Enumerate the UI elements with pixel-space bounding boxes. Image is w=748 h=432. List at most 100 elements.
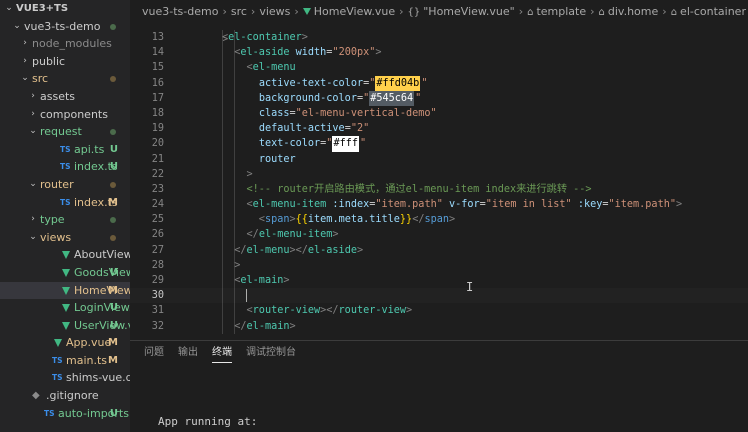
code-token: el-main [246, 320, 290, 332]
breadcrumb-file[interactable]: HomeView.vue [314, 5, 395, 18]
folder-item[interactable]: ⌄ vue3-ts-demo [0, 18, 130, 36]
file-item[interactable]: UserView.vueU [0, 317, 130, 335]
chevron-right-icon[interactable]: › [20, 53, 30, 71]
code-token: el-menu [252, 62, 296, 74]
chevron-down-icon[interactable]: ⌄ [28, 123, 38, 141]
file-item[interactable]: ◆ .gitignore [0, 387, 130, 405]
explorer-root[interactable]: ⌄ VUE3+TS [0, 0, 130, 18]
typescript-file-icon: TS [44, 408, 55, 418]
line-number: 15 [151, 62, 164, 74]
code-line-text: active-text-color="#ffd04b " [222, 75, 427, 91]
breadcrumb-scope[interactable]: "HomeView.vue" [423, 5, 514, 18]
code-token: </ [222, 244, 247, 256]
chevron-down-icon[interactable]: ⌄ [4, 0, 14, 18]
typescript-file-icon: TS [60, 197, 71, 207]
code-line[interactable]: 28 > [130, 258, 748, 273]
code-line-text: </el-menu></el-aside> [222, 243, 363, 258]
line-number: 31 [151, 305, 164, 317]
chevron-right-icon[interactable]: › [28, 211, 38, 229]
folder-item[interactable]: ⌄ src [0, 70, 130, 88]
code-token: active-text-color [258, 77, 364, 89]
code-line[interactable]: 16 active-text-color="#ffd04b " [130, 75, 748, 91]
file-item[interactable]: LoginView.vueU [0, 299, 130, 317]
folder-item[interactable]: › components [0, 106, 130, 124]
folder-item[interactable]: ⌄ router [0, 176, 130, 194]
code-line[interactable]: 14 <el-aside width="200px"> [130, 45, 748, 60]
code-line[interactable]: 24 <el-menu-item :index="item.path" v-fo… [130, 197, 748, 212]
code-line[interactable]: 32 </el-main> [130, 319, 748, 334]
file-item[interactable]: GoodsView....U [0, 264, 130, 282]
file-item[interactable]: HomeView....M [0, 281, 130, 300]
code-line[interactable]: 22 > [130, 167, 748, 182]
chevron-down-icon[interactable]: ⌄ [28, 229, 38, 247]
file-item[interactable]: TS index.ts U [0, 158, 130, 176]
file-item[interactable]: TS index.ts M [0, 194, 130, 212]
chevron-right-icon[interactable]: › [20, 35, 30, 53]
code-line[interactable]: 18 class="el-menu-vertical-demo" [130, 106, 748, 121]
code-line[interactable]: 17 background-color="#545c64 " [130, 90, 748, 106]
git-status-dot [110, 23, 116, 30]
tree-item-label: App.vue [66, 336, 112, 350]
code-line-text: <el-menu [222, 60, 296, 75]
code-token: </ [222, 320, 247, 332]
line-number: 17 [151, 92, 164, 104]
breadcrumb-template[interactable]: template [536, 5, 586, 18]
code-line-text: > [222, 167, 253, 182]
file-item[interactable]: TS api.ts U [0, 141, 130, 159]
code-line[interactable]: 30 [130, 288, 748, 303]
breadcrumb-div[interactable]: div.home [608, 5, 658, 18]
tab-debug-console[interactable]: 调试控制台 [246, 341, 296, 365]
chevron-right-icon[interactable]: › [28, 106, 38, 124]
file-item[interactable]: TS main.ts M [0, 352, 130, 370]
chevron-down-icon[interactable]: ⌄ [28, 176, 38, 194]
line-number: 25 [151, 214, 164, 226]
file-item[interactable]: AboutView.vue [0, 246, 130, 264]
code-line[interactable]: 20 text-color="#fff " [130, 136, 748, 152]
git-status-dot [110, 129, 116, 136]
folder-item[interactable]: › node_modules [0, 35, 130, 53]
chevron-right-icon: › [590, 5, 595, 18]
folder-item[interactable]: ⌄ views [0, 229, 130, 247]
code-lines[interactable]: 13 <el-container> 14 <el-aside width="200p… [130, 30, 748, 334]
folder-item[interactable]: › assets [0, 88, 130, 106]
code-editor[interactable]: vue3-ts-demo › src › views › HomeView.vue ›{} "H… [130, 0, 748, 340]
code-token: ></ [320, 305, 339, 317]
code-token: el-menu-item [252, 199, 327, 211]
chevron-down-icon[interactable]: ⌄ [20, 70, 30, 88]
tree-item-label: GoodsView.... [74, 265, 130, 279]
code-line[interactable]: 27 </el-menu></el-aside> [130, 243, 748, 258]
code-line[interactable]: 19 default-active="2" [130, 121, 748, 136]
file-item[interactable]: TSshims-vue.d.ts [0, 369, 130, 387]
code-line[interactable]: 25 <span>{{item.meta.title}}</span> [130, 212, 748, 227]
tree-item-label: request [40, 125, 82, 139]
tab-output[interactable]: 输出 [178, 341, 198, 365]
vue-file-icon [62, 304, 70, 313]
file-item[interactable]: TSauto-imports.d.tsU [0, 405, 130, 423]
code-line[interactable]: 26 </el-menu-item> [130, 227, 748, 242]
chevron-right-icon: › [662, 5, 667, 18]
breadcrumb-views[interactable]: views [259, 5, 290, 18]
code-line[interactable]: 13 <el-container> [130, 30, 748, 45]
tree-item-label: src [32, 72, 49, 86]
git-status-badge: U [109, 161, 118, 173]
code-line[interactable]: 21 router [130, 152, 748, 167]
line-number: 19 [151, 123, 164, 135]
tree-item-label: vue3-ts-demo [24, 19, 101, 33]
breadcrumb-src[interactable]: src [231, 5, 247, 18]
tab-problems[interactable]: 问题 [144, 341, 164, 365]
code-token: > [356, 244, 364, 256]
folder-item[interactable]: › type [0, 211, 130, 229]
breadcrumb-container[interactable]: el-container [680, 5, 746, 18]
code-line[interactable]: 15 <el-menu [130, 60, 748, 75]
file-item[interactable]: App.vue M [0, 334, 130, 352]
chevron-down-icon[interactable]: ⌄ [12, 18, 22, 36]
code-line[interactable]: 23 <!-- router开启路由模式，通过el-menu-item inde… [130, 182, 748, 197]
tab-terminal[interactable]: 终端 [212, 341, 232, 365]
chevron-right-icon[interactable]: › [28, 88, 38, 106]
code-line[interactable]: 31 <router-view></router-view> [130, 303, 748, 318]
code-token: text-color [258, 138, 321, 150]
code-line[interactable]: 29 <el-main> [130, 273, 748, 288]
folder-item[interactable]: › public [0, 53, 130, 71]
folder-item[interactable]: ⌄ request [0, 123, 130, 141]
